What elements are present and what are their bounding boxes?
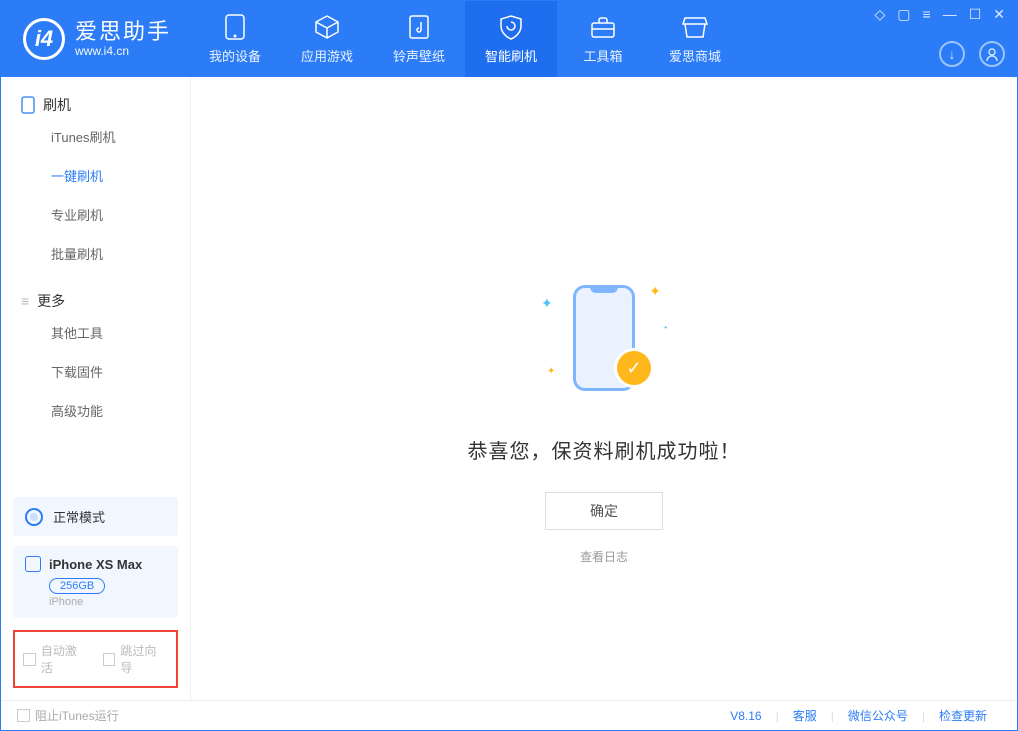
sidebar-item-batch-flash[interactable]: 批量刷机 xyxy=(1,234,190,273)
app-title: 爱思助手 xyxy=(75,19,171,44)
store-icon xyxy=(682,14,708,40)
tab-label: 铃声壁纸 xyxy=(393,46,445,65)
ok-button[interactable]: 确定 xyxy=(545,492,663,530)
device-icon xyxy=(222,14,248,40)
minimize-button[interactable]: — xyxy=(943,7,957,21)
wechat-link[interactable]: 微信公众号 xyxy=(834,707,922,724)
music-icon xyxy=(406,14,432,40)
close-button[interactable]: ✕ xyxy=(993,7,1005,21)
tab-apps[interactable]: 应用游戏 xyxy=(281,1,373,77)
success-message: 恭喜您，保资料刷机成功啦！ xyxy=(468,435,741,464)
app-subtitle: www.i4.cn xyxy=(75,45,171,59)
tab-label: 智能刷机 xyxy=(485,46,537,65)
support-link[interactable]: 客服 xyxy=(779,707,831,724)
main-content: ✦ ✦ ✦ • ✓ 恭喜您，保资料刷机成功啦！ 确定 查看日志 xyxy=(191,77,1017,700)
options-row: 自动激活 跳过向导 xyxy=(13,630,178,688)
sidebar: 刷机 iTunes刷机 一键刷机 专业刷机 批量刷机 ≡ 更多 其他工具 下载固… xyxy=(1,77,191,700)
sidebar-group-flash: 刷机 xyxy=(1,77,190,117)
device-name: iPhone XS Max xyxy=(49,557,142,572)
tab-label: 我的设备 xyxy=(209,46,261,65)
tab-label: 应用游戏 xyxy=(301,46,353,65)
main-tabs: 我的设备 应用游戏 铃声壁纸 智能刷机 工具箱 爱思商城 xyxy=(189,1,741,77)
tab-toolbox[interactable]: 工具箱 xyxy=(557,1,649,77)
shield-icon xyxy=(498,14,524,40)
skip-guide-checkbox[interactable]: 跳过向导 xyxy=(103,642,169,676)
cube-icon xyxy=(314,14,340,40)
sidebar-item-pro-flash[interactable]: 专业刷机 xyxy=(1,195,190,234)
block-itunes-checkbox[interactable]: 阻止iTunes运行 xyxy=(17,707,119,724)
check-icon: ✓ xyxy=(617,351,651,385)
device-card[interactable]: iPhone XS Max 256GB iPhone xyxy=(13,546,178,618)
mode-card[interactable]: 正常模式 xyxy=(13,497,178,536)
logo: i4 爱思助手 www.i4.cn xyxy=(1,18,189,60)
tab-label: 爱思商城 xyxy=(669,46,721,65)
logo-icon: i4 xyxy=(23,18,65,60)
tab-label: 工具箱 xyxy=(584,46,623,65)
skin-icon[interactable]: ◇ xyxy=(875,7,886,21)
sidebar-item-itunes-flash[interactable]: iTunes刷机 xyxy=(1,117,190,156)
sidebar-item-oneclick-flash[interactable]: 一键刷机 xyxy=(1,156,190,195)
tab-store[interactable]: 爱思商城 xyxy=(649,1,741,77)
sidebar-item-advanced[interactable]: 高级功能 xyxy=(1,391,190,430)
version-label: V8.16 xyxy=(730,709,775,723)
device-storage: 256GB xyxy=(49,578,105,594)
auto-activate-checkbox[interactable]: 自动激活 xyxy=(23,642,89,676)
tab-my-device[interactable]: 我的设备 xyxy=(189,1,281,77)
menu-icon[interactable]: ≡ xyxy=(923,7,931,21)
toolbox-icon xyxy=(590,14,616,40)
header: i4 爱思助手 www.i4.cn 我的设备 应用游戏 铃声壁纸 智能刷机 工具… xyxy=(1,1,1017,77)
device-type: iPhone xyxy=(49,596,166,608)
download-button[interactable]: ↓ xyxy=(939,41,965,67)
window-controls: ◇ ▢ ≡ — ☐ ✕ xyxy=(875,7,1005,21)
check-update-link[interactable]: 检查更新 xyxy=(925,707,1001,724)
account-button[interactable] xyxy=(979,41,1005,67)
sidebar-item-other-tools[interactable]: 其他工具 xyxy=(1,313,190,352)
view-log-link[interactable]: 查看日志 xyxy=(580,548,628,565)
sidebar-item-download-firmware[interactable]: 下载固件 xyxy=(1,352,190,391)
tab-flash[interactable]: 智能刷机 xyxy=(465,1,557,77)
phone-icon xyxy=(25,556,41,572)
maximize-button[interactable]: ☐ xyxy=(969,7,982,21)
tab-ringtone[interactable]: 铃声壁纸 xyxy=(373,1,465,77)
footer: 阻止iTunes运行 V8.16 | 客服 | 微信公众号 | 检查更新 xyxy=(1,700,1017,730)
phone-icon xyxy=(21,96,35,114)
feedback-icon[interactable]: ▢ xyxy=(897,7,910,21)
mode-icon xyxy=(25,508,43,526)
list-icon: ≡ xyxy=(21,293,29,309)
success-illustration: ✦ ✦ ✦ • ✓ xyxy=(539,277,669,407)
sidebar-group-more: ≡ 更多 xyxy=(1,273,190,313)
mode-label: 正常模式 xyxy=(53,507,105,526)
